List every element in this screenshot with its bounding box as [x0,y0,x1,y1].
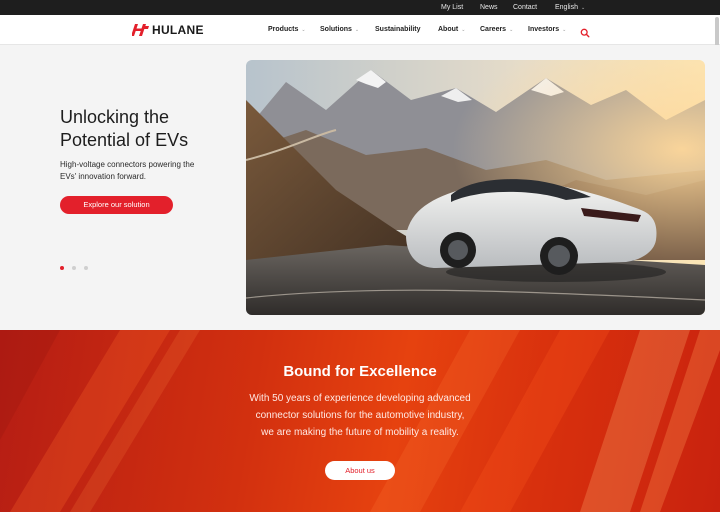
hero-subtitle: High-voltage connectors powering the EVs… [60,159,230,183]
chevron-down-icon: ⌄ [562,27,567,33]
main-nav: HULANE Products ⌄ Solutions ⌄ Sustainabili… [0,15,720,45]
search-icon [580,28,590,38]
my-list-link[interactable]: My List [441,0,463,15]
chevron-down-icon: ⌄ [301,27,306,33]
news-link[interactable]: News [480,0,498,15]
ev-car-mountain-road-illustration [246,60,705,315]
hero-subtitle-line: EVs' innovation forward. [60,172,147,181]
nav-label: Investors [528,26,560,33]
nav-item-investors[interactable]: Investors ⌄ [528,15,566,45]
band-text-line: With 50 years of experience developing a… [249,393,471,404]
hero-title-line: Unlocking the [60,107,170,127]
about-us-button[interactable]: About us [325,461,395,480]
band-text-line: connector solutions for the automotive i… [255,410,465,421]
nav-item-sustainability[interactable]: Sustainability [375,15,421,45]
utility-bar: My List News Contact English ⌄ [0,0,720,15]
chevron-down-icon: ⌄ [509,27,514,33]
about-band: Bound for Excellence With 50 years of ex… [0,330,720,512]
band-text-line: we are making the future of mobility a r… [261,427,459,438]
explore-solution-button[interactable]: Explore our solution [60,196,173,214]
band-title: Bound for Excellence [283,363,437,380]
brand-name: HULANE [152,23,204,37]
nav-label: Products [268,26,299,33]
language-selector[interactable]: English ⌄ [555,0,585,15]
hero-image [246,60,705,315]
carousel-dots [60,266,88,270]
hero-section: Unlocking the Potential of EVs High-volt… [0,45,720,330]
carousel-dot-2[interactable] [72,266,76,270]
hero-subtitle-line: High-voltage connectors powering the [60,160,195,169]
chevron-down-icon: ⌄ [354,27,360,33]
hulane-logo-icon [132,24,149,36]
chevron-down-icon: ⌄ [580,5,586,11]
nav-label: Careers [480,26,507,33]
carousel-dot-3[interactable] [84,266,88,270]
contact-link[interactable]: Contact [513,0,537,15]
search-button[interactable] [580,25,590,38]
nav-label: Sustainability [375,26,421,33]
chevron-down-icon: ⌄ [461,27,466,33]
nav-label: About [438,26,459,33]
nav-item-solutions[interactable]: Solutions ⌄ [320,15,359,45]
language-label: English [555,4,578,11]
hero-title-line: Potential of EVs [60,130,189,150]
nav-label: Solutions [320,26,352,33]
band-description: With 50 years of experience developing a… [210,390,510,441]
brand-logo[interactable]: HULANE [132,23,204,37]
carousel-dot-1[interactable] [60,266,64,270]
nav-item-careers[interactable]: Careers ⌄ [480,15,513,45]
nav-item-about[interactable]: About ⌄ [438,15,465,45]
hero-title: Unlocking the Potential of EVs [60,106,240,152]
nav-item-products[interactable]: Products ⌄ [268,15,306,45]
